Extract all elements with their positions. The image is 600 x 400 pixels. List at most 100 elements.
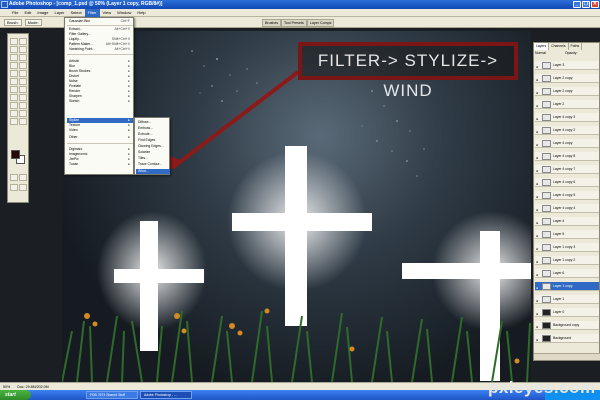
layer-row[interactable]: ● Layer 1 copy (535, 282, 599, 291)
menu-item-find-edges[interactable]: Find Edges (136, 138, 170, 143)
menu-item-tiles[interactable]: Tiles... (136, 156, 170, 161)
menu-item-wind[interactable]: Wind... (136, 169, 170, 174)
magic-wand-tool-icon[interactable] (19, 46, 27, 53)
eye-visibility-icon[interactable]: ● (536, 219, 540, 225)
mode-label[interactable]: Mode: (24, 18, 42, 26)
menu-filter[interactable]: Filter (84, 8, 100, 17)
move-tool-icon[interactable] (10, 38, 18, 45)
layer-row[interactable]: ● Layer 4 copy 4 (535, 204, 599, 213)
eye-visibility-icon[interactable]: ● (536, 310, 540, 316)
menu-item-vanishing-point[interactable]: Vanishing Point... Alt+Ctrl+V (67, 47, 133, 52)
menu-edit[interactable]: Edit (21, 9, 34, 17)
menu-window[interactable]: Window (114, 9, 134, 17)
pen-tool-icon[interactable] (10, 102, 18, 109)
blend-mode-select[interactable]: Normal (535, 51, 546, 55)
menu-item-emboss[interactable]: Emboss... (136, 126, 170, 131)
eraser-tool-icon[interactable] (10, 78, 18, 85)
taskbar-item-shared-stuff[interactable]: FDB 7673 Shared Stuff (86, 391, 138, 399)
eye-visibility-icon[interactable]: ● (536, 89, 540, 95)
eye-visibility-icon[interactable]: ● (536, 141, 540, 147)
crop-tool-icon[interactable] (10, 54, 18, 61)
layer-row[interactable]: ● Background copy (535, 321, 599, 330)
shape-tool-icon[interactable] (19, 102, 27, 109)
hand-tool-icon[interactable] (10, 118, 18, 125)
gradient-tool-icon[interactable] (19, 78, 27, 85)
layer-row[interactable]: ● Layer 6 (535, 269, 599, 278)
eye-visibility-icon[interactable]: ● (536, 323, 540, 329)
menu-view[interactable]: View (100, 9, 115, 17)
taskbar-item-photoshop[interactable]: Adobe Photoshop - ... (140, 391, 192, 399)
dodge-tool-icon[interactable] (19, 86, 27, 93)
layer-row[interactable]: ● Layer 4 copy (535, 139, 599, 148)
foreground-color-swatch[interactable] (11, 150, 20, 159)
menu-item-extrude[interactable]: Extrude... (136, 132, 170, 137)
history-brush-tool-icon[interactable] (19, 70, 27, 77)
menu-item-solarize[interactable]: Solarize (136, 150, 170, 155)
layer-row[interactable]: ● Layer 4 copy 6 (535, 178, 599, 187)
layer-row[interactable]: ● Background (535, 334, 599, 343)
lasso-tool-icon[interactable] (10, 46, 18, 53)
menu-item-sketch[interactable]: Sketch ▸ (67, 99, 133, 104)
maximize-button[interactable]: ❐ (582, 1, 590, 8)
eye-visibility-icon[interactable]: ● (536, 232, 540, 238)
zoom-tool-icon[interactable] (19, 118, 27, 125)
type-tool-icon[interactable] (19, 94, 27, 101)
menu-item-tucan[interactable]: Tucan ▸ (67, 162, 133, 167)
menu-item-trace-contour[interactable]: Trace Contour... (136, 162, 170, 167)
healing-tool-icon[interactable] (10, 62, 18, 69)
layer-row[interactable]: ● Layer 2 (535, 100, 599, 109)
eye-visibility-icon[interactable]: ● (536, 102, 540, 108)
menu-item-diffuse[interactable]: Diffuse... (136, 120, 170, 125)
layer-row[interactable]: ● Layer 2 copy (535, 87, 599, 96)
menu-help[interactable]: Help (134, 9, 148, 17)
layer-row[interactable]: ● Layer 4 copy 8 (535, 152, 599, 161)
stamp-tool-icon[interactable] (10, 70, 18, 77)
layer-row[interactable]: ● Layer 3 (535, 61, 599, 70)
screen-mode-icon[interactable] (10, 184, 18, 191)
eye-visibility-icon[interactable]: ● (536, 167, 540, 173)
eye-visibility-icon[interactable]: ● (536, 336, 540, 342)
menu-item-gaussian-blur[interactable]: Gaussian Blur Ctrl+F (67, 19, 133, 24)
eye-visibility-icon[interactable]: ● (536, 76, 540, 82)
layer-row[interactable]: ● Layer 1 (535, 295, 599, 304)
menu-item-other[interactable]: Other ▸ (67, 135, 133, 140)
eye-visibility-icon[interactable]: ● (536, 271, 540, 277)
eye-visibility-icon[interactable]: ● (536, 258, 540, 264)
layer-row[interactable]: ● Layer 4 copy 7 (535, 165, 599, 174)
full-screen-mode-icon[interactable] (19, 184, 27, 191)
layer-row[interactable]: ● Layer 5 (535, 230, 599, 239)
standard-mode-icon[interactable] (19, 174, 27, 181)
eyedropper-tool-icon[interactable] (19, 110, 27, 117)
palette-tab-brushes[interactable]: Brushes (262, 19, 282, 27)
tab-paths[interactable]: Paths (569, 43, 583, 50)
layer-row[interactable]: ● Layer 4 copy 3 (535, 113, 599, 122)
blur-tool-icon[interactable] (10, 86, 18, 93)
layer-row[interactable]: ● Layer 1 copy 2 (535, 256, 599, 265)
start-button[interactable]: start (0, 390, 31, 400)
brush-label[interactable]: Brush: (4, 18, 22, 26)
notes-tool-icon[interactable] (10, 110, 18, 117)
layer-row[interactable]: ● Layer 1 copy 3 (535, 243, 599, 252)
eye-visibility-icon[interactable]: ● (536, 245, 540, 251)
palette-tab-tool-presets[interactable]: Tool Presets (281, 19, 307, 27)
eye-visibility-icon[interactable]: ● (536, 193, 540, 199)
menu-item-video[interactable]: Video ▸ (67, 128, 133, 133)
path-selection-tool-icon[interactable] (10, 94, 18, 101)
close-button[interactable]: ✕ (591, 1, 599, 8)
menu-item-glowing-edges[interactable]: Glowing Edges... (136, 144, 170, 149)
tab-layers[interactable]: Layers (534, 43, 550, 50)
tab-channels[interactable]: Channels (549, 43, 569, 50)
eye-visibility-icon[interactable]: ● (536, 206, 540, 212)
eye-visibility-icon[interactable]: ● (536, 63, 540, 69)
eye-visibility-icon[interactable]: ● (536, 180, 540, 186)
menu-file[interactable]: File (9, 9, 21, 17)
minimize-button[interactable]: _ (573, 1, 581, 8)
layer-row[interactable]: ● Layer 2 copy (535, 74, 599, 83)
eye-visibility-icon[interactable]: ● (536, 297, 540, 303)
zoom-level[interactable]: 50% (3, 385, 10, 389)
eye-visibility-icon[interactable]: ● (536, 128, 540, 134)
brush-tool-icon[interactable] (19, 62, 27, 69)
eye-visibility-icon[interactable]: ● (536, 154, 540, 160)
menu-select[interactable]: Select (68, 9, 85, 17)
layer-row[interactable]: ● Layer 4 copy 5 (535, 191, 599, 200)
